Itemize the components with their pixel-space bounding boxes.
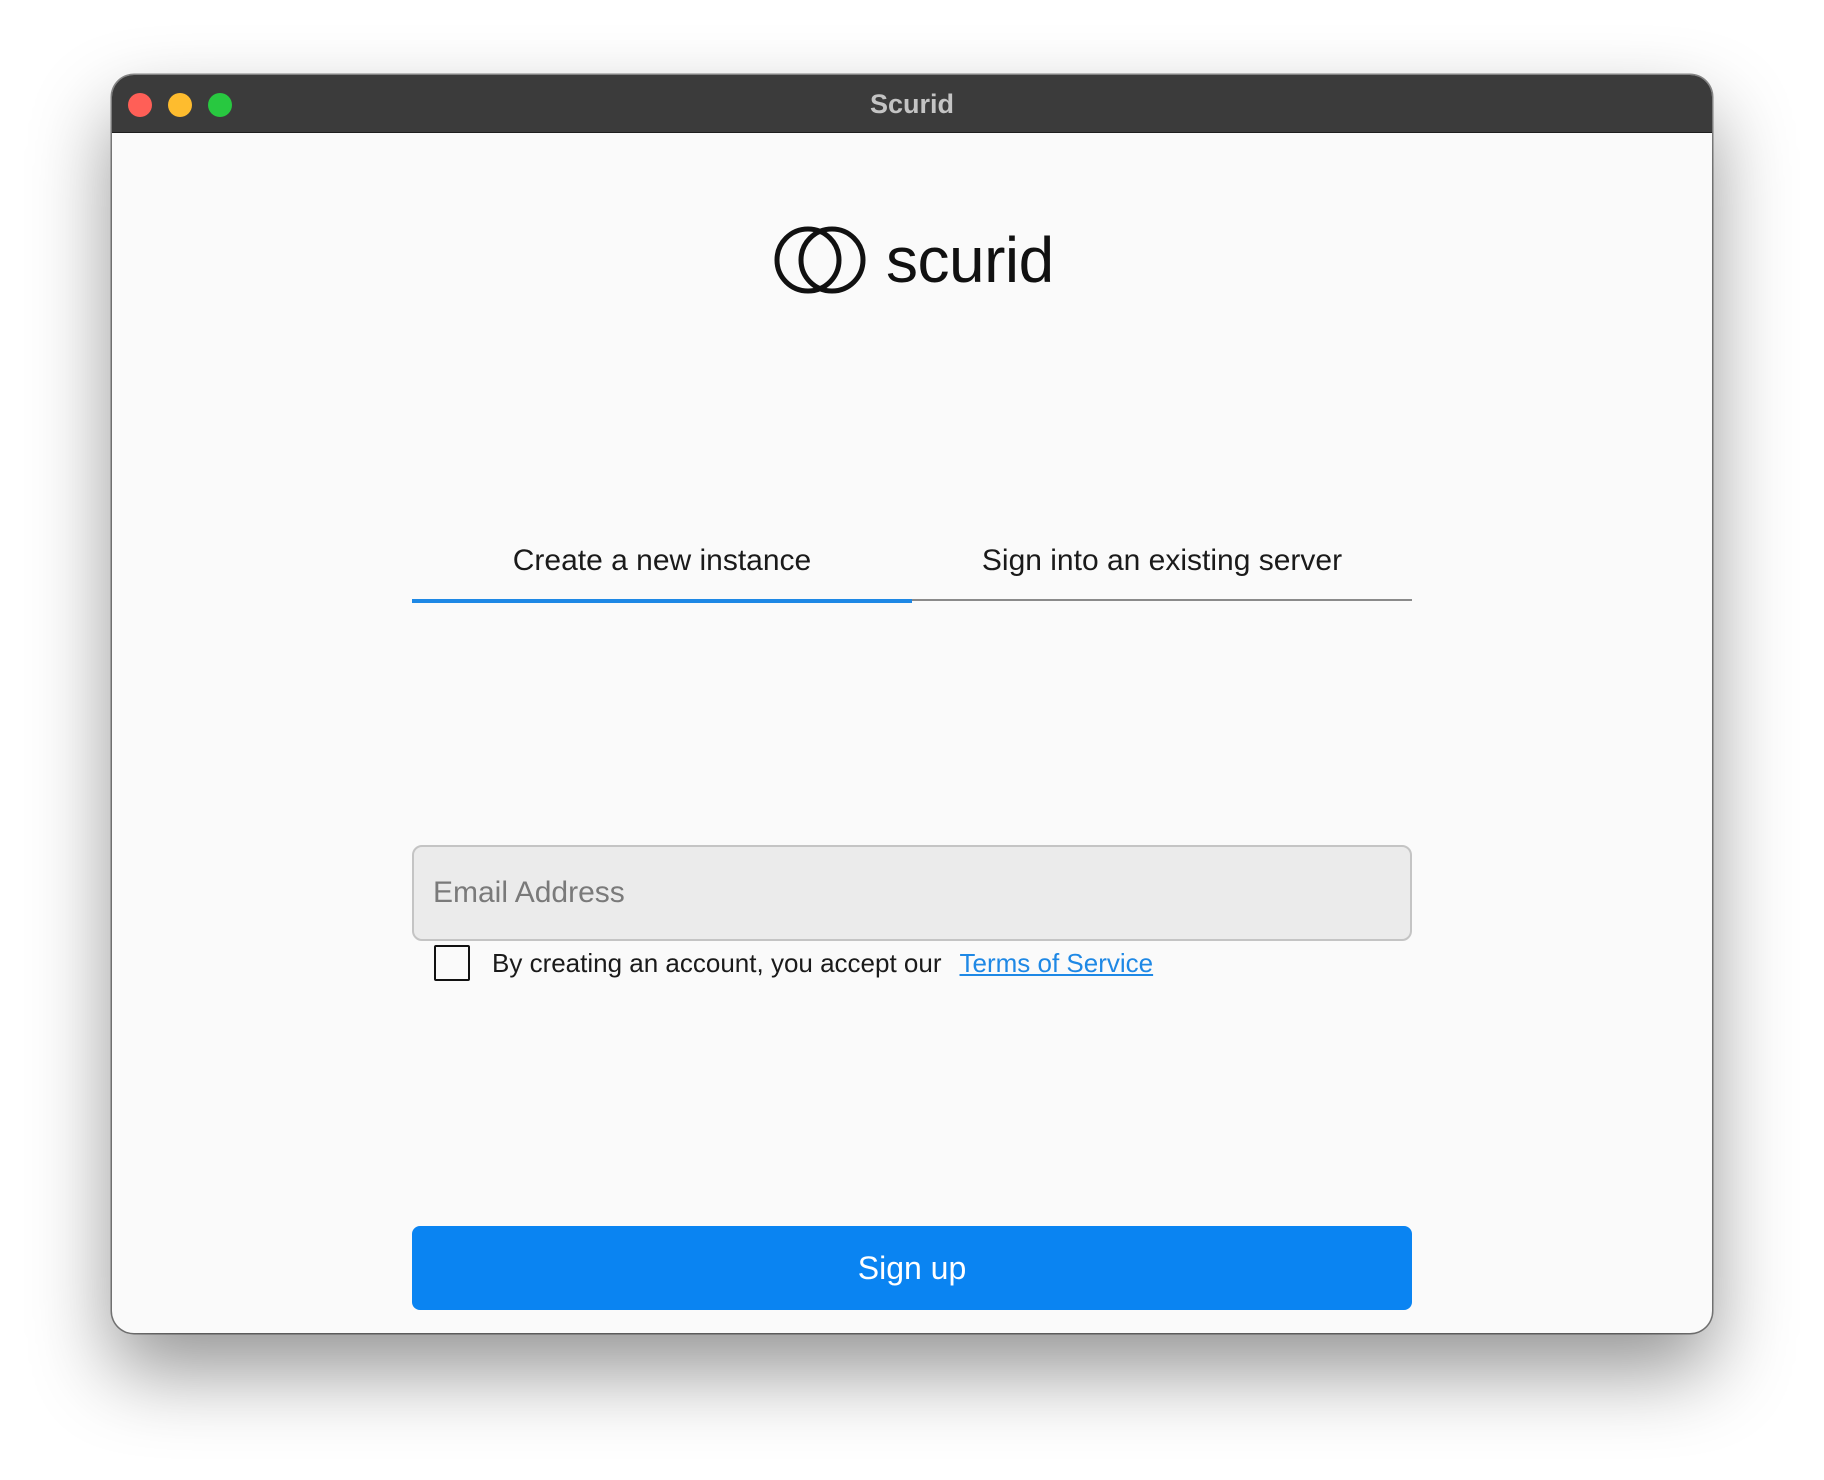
tab-sign-into-server[interactable]: Sign into an existing server xyxy=(912,541,1412,601)
mode-tabs: Create a new instance Sign into an exist… xyxy=(412,541,1412,603)
sign-up-button[interactable]: Sign up xyxy=(412,1226,1412,1310)
tab-create-instance[interactable]: Create a new instance xyxy=(412,541,912,603)
main-content: scurid Create a new instance Sign into a… xyxy=(112,133,1712,1333)
terms-text: By creating an account, you accept our xyxy=(492,947,942,978)
title-bar[interactable]: Scurid xyxy=(112,75,1712,133)
email-field[interactable] xyxy=(412,845,1412,941)
terms-of-service-link[interactable]: Terms of Service xyxy=(960,948,1154,979)
window-title: Scurid xyxy=(869,89,955,119)
app-window: Scurid scurid Create a new instance Sign… xyxy=(112,75,1712,1333)
brand-logo: scurid xyxy=(772,215,1054,305)
brand-name: scurid xyxy=(886,224,1054,296)
terms-row: By creating an account, you accept our T… xyxy=(434,945,1153,981)
scurid-logo-icon xyxy=(774,226,866,294)
terms-checkbox[interactable] xyxy=(434,945,470,981)
